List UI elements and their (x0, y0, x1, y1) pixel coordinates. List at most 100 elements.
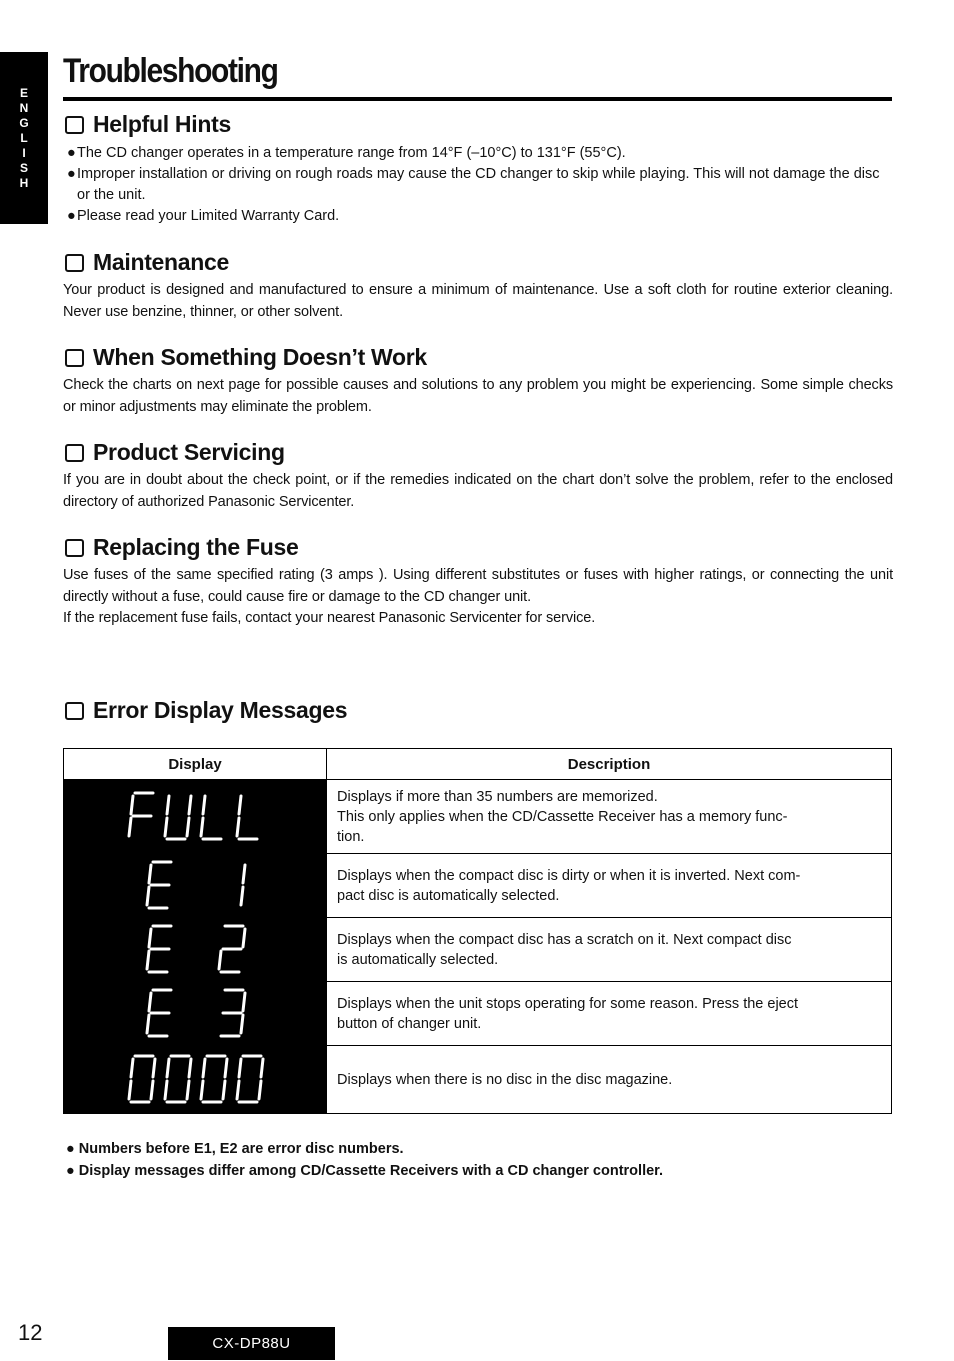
segment (223, 1057, 229, 1078)
section-heading: When Something Doesn’t Work (63, 344, 893, 371)
bullet-text: The CD changer operates in a temperature… (77, 145, 626, 161)
section-text: Your product is designed and manufacture… (63, 282, 893, 320)
segment (239, 1013, 245, 1034)
error-messages-table: Display Description Displays if more tha… (63, 748, 892, 1114)
checkbox-square-icon (65, 253, 84, 272)
description-cell: Displays when the compact disc has a scr… (326, 917, 892, 982)
page-number: 12 (18, 1320, 43, 1345)
bullet-icon: ● (67, 208, 76, 224)
segment (129, 794, 135, 815)
bullet-icon: ● (67, 145, 76, 161)
lang-letter: N (19, 100, 29, 115)
heading-text: When Something Doesn’t Work (93, 344, 427, 370)
seven-segment-display (145, 988, 247, 1037)
checkbox-square-icon (65, 348, 84, 367)
segment (165, 1057, 171, 1078)
section-replacing-fuse: Replacing the Fuse Use fuses of the same… (63, 534, 893, 630)
checkbox-square-icon (65, 115, 84, 134)
page-title: Troubleshooting (63, 52, 279, 90)
section-text: Check the charts on next page for possib… (63, 377, 893, 415)
segment (185, 1079, 191, 1100)
segment (201, 794, 207, 815)
heading-text: Maintenance (93, 249, 230, 275)
description-cell: Displays when there is no disc in the di… (326, 1045, 892, 1114)
seven-segment-display (127, 1054, 265, 1103)
segment (127, 816, 133, 837)
segment (187, 794, 193, 815)
section-heading: Maintenance (63, 249, 893, 276)
bullet-item: ● Please read your Limited Warranty Card. (63, 206, 893, 227)
section-helpful-hints: Helpful Hints ● The CD changer operates i… (63, 111, 893, 227)
segment (257, 1079, 263, 1100)
section-heading: Product Servicing (63, 439, 893, 466)
segment (151, 1057, 157, 1078)
lang-letter: S (19, 160, 28, 175)
section-product-servicing: Product Servicing If you are in doubt ab… (63, 439, 893, 513)
bullet-icon: ● (66, 1163, 79, 1179)
table-row: Displays when the compact disc has a scr… (63, 917, 892, 982)
section-text: Use fuses of the same specified rating (… (63, 567, 893, 605)
lang-letter: H (19, 175, 29, 190)
segment (237, 794, 243, 815)
display-cell (63, 853, 327, 918)
description-cell: Displays when the compact disc is dirty … (326, 853, 892, 918)
display-cell (63, 779, 327, 854)
description-cell: Displays when the unit stops operating f… (326, 981, 892, 1046)
section-when-something-doesnt-work: When Something Doesn’t Work Check the ch… (63, 344, 893, 418)
note-text: Display messages differ among CD/Cassett… (78, 1163, 664, 1179)
segment (201, 1057, 207, 1078)
note-item: ● Display messages differ among CD/Casse… (66, 1160, 663, 1182)
title-rule (63, 97, 892, 101)
segment (199, 816, 205, 837)
section-heading: Replacing the Fuse (63, 534, 893, 561)
seven-segment-display (145, 924, 247, 973)
segment (259, 1057, 265, 1078)
table-row: Displays when the compact disc is dirty … (63, 853, 892, 918)
lang-letter: L (20, 130, 28, 145)
bullet-item: ● The CD changer operates in a temperatur… (63, 143, 893, 164)
segment (147, 863, 153, 884)
section-maintenance: Maintenance Your product is designed and… (63, 249, 893, 323)
bullet-text: Please read your Limited Warranty Card. (77, 208, 340, 224)
bullet-text: Improper installation or driving on roug… (77, 166, 880, 203)
language-tab: E N G L I S H (0, 52, 48, 224)
segment (147, 927, 153, 948)
segment (149, 1079, 155, 1100)
checkbox-square-icon (65, 701, 84, 720)
note-item: ● Numbers before E1, E2 are error disc n… (66, 1138, 663, 1160)
segment (145, 885, 151, 906)
model-badge: CX-DP88U (168, 1327, 335, 1360)
display-cell (63, 1045, 327, 1114)
segment (217, 949, 223, 970)
segment (165, 794, 171, 815)
checkbox-square-icon (65, 538, 84, 557)
lang-letter: E (19, 85, 28, 100)
note-text: Numbers before E1, E2 are error disc num… (78, 1141, 404, 1157)
table-row: Displays when there is no disc in the di… (63, 1045, 892, 1114)
segment (237, 1057, 243, 1078)
section-heading: Error Display Messages (63, 697, 893, 724)
section-error-display-messages: Error Display Messages (63, 697, 893, 724)
heading-text: Product Servicing (93, 439, 285, 465)
heading-text: Error Display Messages (93, 697, 348, 723)
description-cell: Displays if more than 35 numbers are mem… (326, 779, 892, 854)
segment (129, 1057, 135, 1078)
segment (239, 885, 245, 906)
display-cell (63, 917, 327, 982)
table-row: Displays if more than 35 numbers are mem… (63, 779, 892, 854)
segment (163, 1079, 169, 1100)
table-header-row: Display Description (63, 748, 892, 780)
segment (145, 949, 151, 970)
segment (187, 1057, 193, 1078)
segment (241, 991, 247, 1012)
segment (163, 816, 169, 837)
bullet-icon: ● (67, 166, 76, 182)
section-heading: Helpful Hints (63, 111, 893, 138)
table-notes: ● Numbers before E1, E2 are error disc n… (66, 1138, 663, 1182)
bullet-icon: ● (66, 1141, 79, 1157)
segment (221, 1079, 227, 1100)
checkbox-square-icon (65, 443, 84, 462)
segment (235, 1079, 241, 1100)
seven-segment-display (127, 791, 259, 840)
segment (185, 816, 191, 837)
